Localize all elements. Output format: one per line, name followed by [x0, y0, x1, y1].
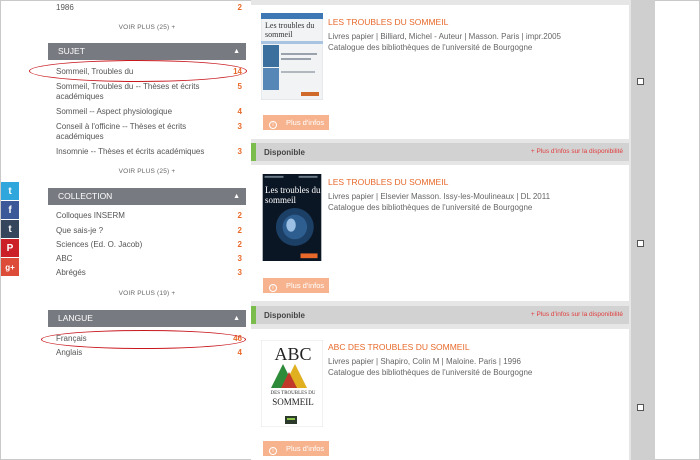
availability-indicator: [251, 306, 256, 324]
sujet-title: SUJET: [58, 46, 85, 56]
result-title-link[interactable]: ABC DES TROUBLES DU SOMMEIL: [328, 342, 470, 352]
collection-title: COLLECTION: [58, 191, 113, 201]
facet-count: 4: [237, 348, 242, 357]
facet-item-collection[interactable]: ABC 3: [56, 254, 242, 264]
select-checkbox[interactable]: [637, 404, 644, 411]
availability-info-link[interactable]: + Plus d'infos sur la disponibilité: [531, 311, 623, 318]
social-share-bar: t f t P g+: [1, 182, 19, 277]
info-icon: i: [269, 284, 277, 292]
facet-item-collection[interactable]: Sciences (Ed. O. Jacob) 2: [56, 240, 242, 250]
info-icon: i: [269, 447, 277, 455]
info-icon: i: [269, 121, 277, 129]
facet-count: 2: [237, 3, 242, 12]
results-list: Les troubles du sommeil LES TROUBLES DU …: [251, 0, 655, 460]
facet-count: 2: [237, 240, 242, 249]
pinterest-icon[interactable]: P: [1, 239, 19, 257]
cover-subtitle: DES TROUBLES DU: [270, 391, 316, 396]
result-card: ABC DES TROUBLES DU SOMMEIL ABC DES TROU…: [251, 329, 629, 460]
facebook-icon[interactable]: f: [1, 201, 19, 219]
collection-header[interactable]: COLLECTION ▲: [48, 188, 246, 205]
more-info-label: Plus d'infos: [286, 281, 325, 290]
facet-count: 3: [237, 254, 242, 263]
cover-title: Les troubles du sommeil: [265, 21, 315, 39]
more-info-label: Plus d'infos: [286, 118, 325, 127]
select-checkbox[interactable]: [637, 78, 644, 85]
facet-item-collection[interactable]: Colloques INSERM 2: [56, 211, 242, 221]
langue-header[interactable]: LANGUE ▲: [48, 310, 246, 327]
result-meta: Livres papier | Shapiro, Colin M | Maloi…: [328, 357, 521, 366]
facet-label: Conseil à l'officine -- Thèses et écrits…: [56, 122, 187, 141]
highlight-oval: [29, 60, 247, 82]
availability-indicator: [251, 143, 256, 161]
facet-label: Insomnie -- Thèses et écrits académiques: [56, 147, 205, 156]
more-info-label: Plus d'infos: [286, 444, 325, 453]
availability-info-link[interactable]: + Plus d'infos sur la disponibilité: [531, 148, 623, 155]
facet-count: 4: [237, 107, 242, 116]
collection-more-link[interactable]: VOIR PLUS (19) +: [48, 290, 246, 297]
availability-bar: Disponible + Plus d'infos sur la disponi…: [251, 306, 629, 324]
availability-bar: Disponible + Plus d'infos sur la disponi…: [251, 143, 629, 161]
result-title-link[interactable]: LES TROUBLES DU SOMMEIL: [328, 177, 448, 187]
result-catalog: Catalogue des bibliothèques de l'univers…: [328, 203, 533, 212]
result-card: Les troubles du sommeil LES TROUBLES DU …: [251, 5, 629, 139]
facet-label: 1986: [56, 3, 74, 12]
result-catalog: Catalogue des bibliothèques de l'univers…: [328, 43, 533, 52]
more-info-button[interactable]: i Plus d'infos: [263, 441, 329, 456]
facet-item-langue[interactable]: Anglais 4: [56, 348, 242, 358]
result-catalog: Catalogue des bibliothèques de l'univers…: [328, 368, 533, 377]
facet-count: 5: [237, 82, 242, 91]
availability-status: Disponible: [264, 148, 305, 157]
cover-title: Les troubles du sommeil: [265, 185, 321, 205]
facet-count: 3: [237, 122, 242, 131]
result-title-link[interactable]: LES TROUBLES DU SOMMEIL: [328, 17, 448, 27]
facet-label: Abrégés: [56, 268, 86, 277]
twitter-icon[interactable]: t: [1, 182, 19, 200]
availability-status: Disponible: [264, 311, 305, 320]
facet-item-collection[interactable]: Que sais-je ? 2: [56, 226, 242, 236]
facet-item-sujet[interactable]: Conseil à l'officine -- Thèses et écrits…: [56, 122, 242, 142]
tumblr-icon[interactable]: t: [1, 220, 19, 238]
cover-title: ABC: [274, 344, 312, 364]
facet-count: 3: [237, 268, 242, 277]
facet-count: 2: [237, 226, 242, 235]
facet-label: ABC: [56, 254, 73, 263]
facet-label: Sommeil -- Aspect physiologique: [56, 107, 173, 116]
collapse-caret-icon[interactable]: ▲: [233, 43, 240, 60]
result-card: Les troubles du sommeil LES TROUBLES DU …: [251, 165, 629, 301]
facet-label: Que sais-je ?: [56, 226, 104, 235]
facet-label: Sommeil, Troubles du -- Thèses et écrits…: [56, 82, 200, 101]
result-meta: Livres papier | Billiard, Michel - Auteu…: [328, 32, 561, 41]
facet-item-sujet[interactable]: Sommeil -- Aspect physiologique 4: [56, 107, 242, 117]
highlight-oval: [41, 330, 246, 349]
result-meta: Livres papier | Elsevier Masson. Issy-le…: [328, 192, 551, 201]
more-info-button[interactable]: i Plus d'infos: [263, 115, 329, 130]
sujet-header[interactable]: SUJET ▲: [48, 43, 246, 60]
sujet-more-link[interactable]: VOIR PLUS (25) +: [48, 168, 246, 175]
facet-item-sujet[interactable]: Insomnie -- Thèses et écrits académiques…: [56, 147, 242, 157]
cover-subtitle: SOMMEIL: [272, 397, 314, 407]
results-side-bar: [631, 0, 655, 460]
year-more-link[interactable]: VOIR PLUS (25) +: [48, 24, 246, 31]
facet-count: 3: [237, 147, 242, 156]
langue-title: LANGUE: [58, 313, 93, 323]
facet-label: Colloques INSERM: [56, 211, 125, 220]
facet-count: 2: [237, 211, 242, 220]
collapse-caret-icon[interactable]: ▲: [233, 188, 240, 205]
facet-item-sujet[interactable]: Sommeil, Troubles du -- Thèses et écrits…: [56, 82, 242, 102]
facet-item-collection[interactable]: Abrégés 3: [56, 268, 242, 278]
facet-label: Sciences (Ed. O. Jacob): [56, 240, 143, 249]
facet-item-year[interactable]: 1986 2: [56, 3, 242, 13]
more-info-button[interactable]: i Plus d'infos: [263, 278, 329, 293]
googleplus-icon[interactable]: g+: [1, 258, 19, 276]
select-checkbox[interactable]: [637, 240, 644, 247]
facet-label: Anglais: [56, 348, 83, 357]
collapse-caret-icon[interactable]: ▲: [233, 310, 240, 327]
